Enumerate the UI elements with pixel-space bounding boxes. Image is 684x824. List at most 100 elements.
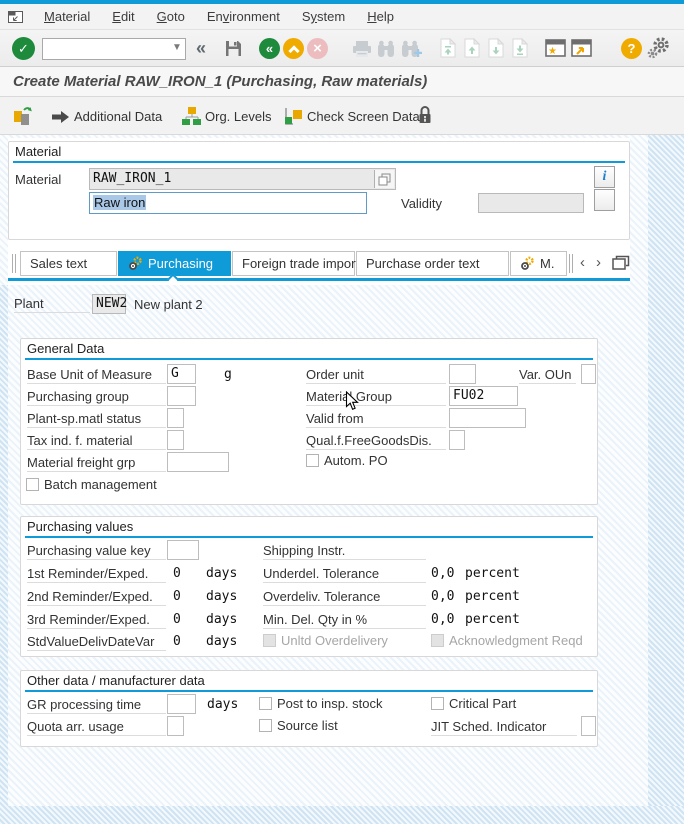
- org-levels-icon[interactable]: [181, 106, 201, 126]
- material-description-field[interactable]: Raw iron: [89, 192, 367, 214]
- find-icon: [377, 39, 395, 58]
- tab-purchasing[interactable]: Purchasing: [118, 251, 231, 276]
- tab-overview-icon[interactable]: [612, 255, 630, 270]
- shipping-instr-label: Shipping Instr.: [263, 543, 426, 560]
- menu-material[interactable]: Material: [33, 9, 101, 24]
- check-screen-data-icon[interactable]: [283, 106, 303, 126]
- batch-mgmt-checkbox[interactable]: [26, 478, 39, 491]
- tax-ind-field[interactable]: [167, 430, 184, 450]
- expand-button[interactable]: [594, 189, 615, 211]
- autom-po-checkbox[interactable]: [306, 454, 319, 467]
- reminder1-value[interactable]: 0: [173, 566, 181, 581]
- tax-ind-label: Tax ind. f. material: [27, 433, 166, 450]
- last-page-icon: [512, 38, 528, 58]
- frame-right: [648, 135, 684, 824]
- std-value[interactable]: 0: [173, 634, 181, 649]
- additional-data-icon[interactable]: [52, 110, 70, 124]
- back-icon[interactable]: «: [259, 38, 280, 59]
- material-box-title: Material: [15, 144, 62, 159]
- overdeliv-value[interactable]: 0,0: [431, 589, 454, 604]
- general-data-box: General Data Base Unit of Measure G g Or…: [20, 338, 598, 505]
- menu-edit[interactable]: Edit: [101, 9, 145, 24]
- mouse-cursor: [345, 390, 359, 414]
- material-group-field[interactable]: FU02: [449, 386, 518, 406]
- valid-from-label: Valid from: [306, 411, 446, 428]
- valid-from-field[interactable]: [449, 408, 526, 428]
- freight-grp-field[interactable]: [167, 452, 229, 472]
- tab-foreign-trade-import[interactable]: Foreign trade import: [232, 251, 359, 276]
- source-list-checkbox[interactable]: [259, 719, 272, 732]
- lock-icon: [417, 105, 433, 125]
- pvk-field[interactable]: [167, 540, 199, 560]
- critical-part-checkbox[interactable]: [431, 697, 444, 710]
- tabstrip-edge: [15, 254, 16, 273]
- info-button[interactable]: i: [594, 166, 615, 188]
- var-oun-field[interactable]: [581, 364, 596, 384]
- overdeliv-unit: percent: [465, 589, 520, 604]
- quota-usage-field[interactable]: [167, 716, 184, 736]
- matchcode-icon[interactable]: [374, 170, 394, 188]
- jit-sched-field[interactable]: [581, 716, 596, 736]
- check-screen-data-button[interactable]: Check Screen Data: [307, 109, 420, 124]
- help-icon[interactable]: ?: [621, 38, 642, 59]
- material-label: Material: [15, 172, 62, 187]
- command-field[interactable]: [42, 38, 186, 60]
- plant-field[interactable]: NEW2: [92, 294, 127, 314]
- overdeliv-label: Overdeliv. Tolerance: [263, 589, 426, 606]
- order-unit-field[interactable]: [449, 364, 476, 384]
- tabstrip-edge: [12, 254, 13, 273]
- min-del-qty-value[interactable]: 0,0: [431, 612, 454, 627]
- underdel-value[interactable]: 0,0: [431, 566, 454, 581]
- base-unit-text: g: [224, 367, 232, 382]
- tab-sales-text[interactable]: Sales text: [20, 251, 117, 276]
- batch-mgmt-checkbox-row: Batch management: [26, 477, 157, 492]
- tab-mrp-partial[interactable]: M.: [510, 251, 567, 276]
- mrp-tab-icon: [520, 256, 535, 271]
- other-data-title: Other data / manufacturer data: [27, 673, 205, 688]
- base-unit-field[interactable]: G: [167, 364, 196, 384]
- create-shortcut-icon[interactable]: [571, 39, 592, 57]
- tab-scroll-left-icon[interactable]: ‹: [580, 254, 585, 271]
- save-icon[interactable]: [224, 39, 243, 58]
- exit-icon[interactable]: [283, 38, 304, 59]
- page-title: Create Material RAW_IRON_1 (Purchasing, …: [13, 73, 428, 90]
- reminder3-value[interactable]: 0: [173, 612, 181, 627]
- qual-freegoods-field[interactable]: [449, 430, 465, 450]
- tabstrip-edge: [569, 254, 570, 273]
- gr-processing-field[interactable]: [167, 694, 196, 714]
- plant-status-field[interactable]: [167, 408, 184, 428]
- material-group-label: Material Group: [306, 389, 446, 406]
- menu-help[interactable]: Help: [356, 9, 405, 24]
- min-del-qty-label: Min. Del. Qty in %: [263, 612, 426, 629]
- post-insp-checkbox[interactable]: [259, 697, 272, 710]
- order-unit-label: Order unit: [306, 367, 446, 384]
- material-number-field[interactable]: RAW_IRON_1: [89, 168, 396, 190]
- tab-scroll-right-icon[interactable]: ›: [596, 254, 601, 271]
- underdel-label: Underdel. Tolerance: [263, 566, 426, 583]
- purchasing-values-box: Purchasing values Purchasing value key S…: [20, 516, 598, 657]
- menu-system[interactable]: System: [291, 9, 356, 24]
- tab-purchase-order-text[interactable]: Purchase order text: [356, 251, 509, 276]
- purchasing-tab-icon: [128, 256, 143, 271]
- purchasing-group-field[interactable]: [167, 386, 196, 406]
- customize-layout-icon[interactable]: [647, 37, 671, 60]
- menu-goto[interactable]: Goto: [146, 9, 196, 24]
- collapse-command-icon[interactable]: «: [196, 38, 206, 59]
- base-unit-label: Base Unit of Measure: [27, 367, 166, 384]
- frame-bottom: [0, 806, 684, 824]
- tabstrip-edge: [572, 254, 573, 273]
- copy-from-icon[interactable]: [12, 105, 33, 126]
- menu-environment[interactable]: Environment: [196, 9, 291, 24]
- validity-field[interactable]: [478, 193, 584, 213]
- cancel-icon[interactable]: ×: [307, 38, 328, 59]
- enter-icon[interactable]: ✓: [12, 37, 35, 60]
- tabstrip-rule: [8, 278, 630, 281]
- additional-data-button[interactable]: Additional Data: [74, 109, 162, 124]
- org-levels-button[interactable]: Org. Levels: [205, 109, 271, 124]
- underdel-unit: percent: [465, 566, 520, 581]
- reminder2-value[interactable]: 0: [173, 589, 181, 604]
- system-menu-icon[interactable]: [8, 10, 23, 23]
- command-dropdown-icon[interactable]: ▼: [172, 42, 182, 53]
- new-session-icon[interactable]: ★: [545, 39, 566, 57]
- purchasing-group-label: Purchasing group: [27, 389, 166, 406]
